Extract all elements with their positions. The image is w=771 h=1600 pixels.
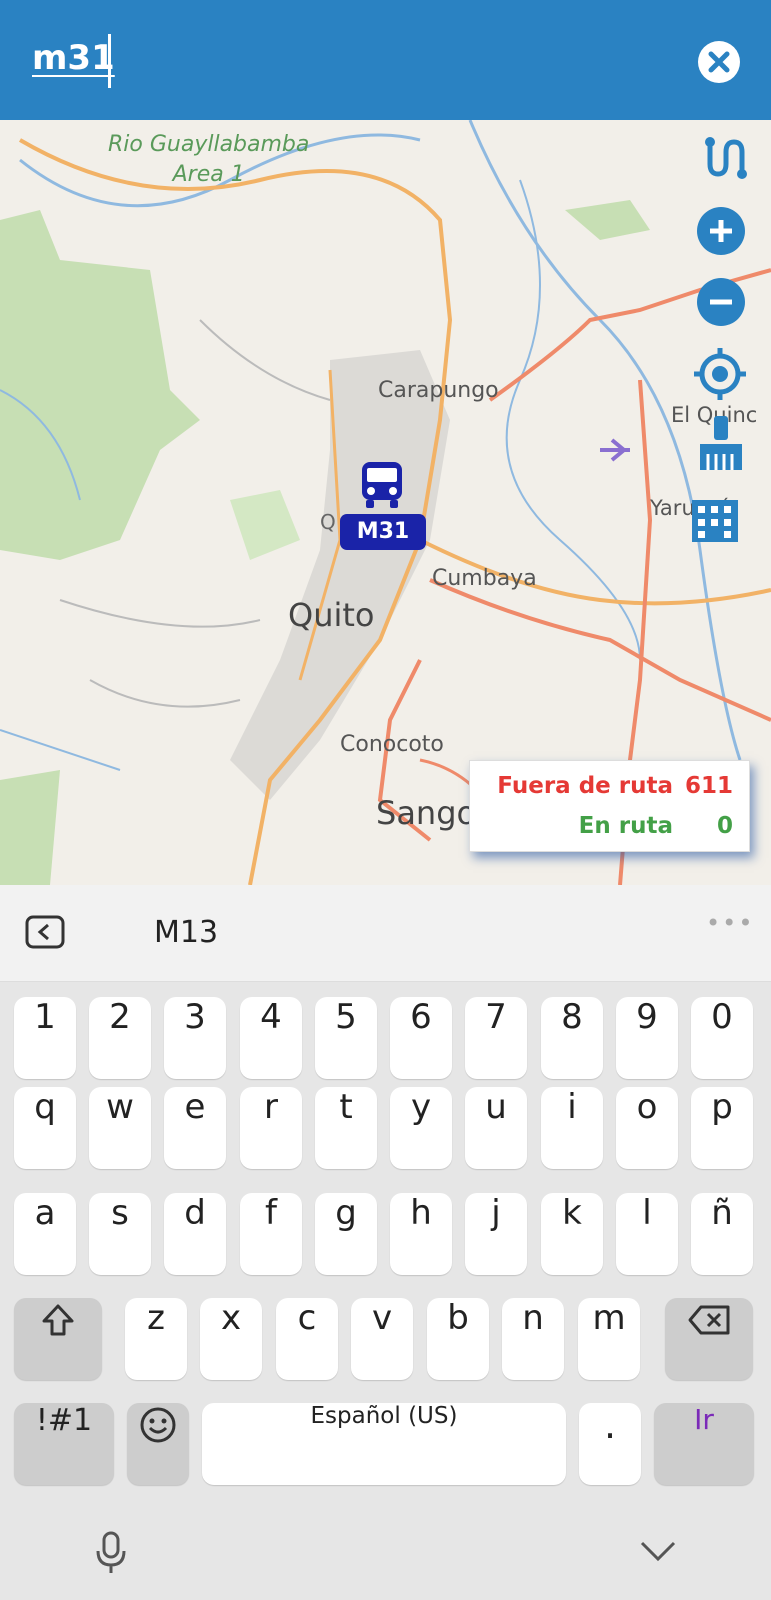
key-5[interactable]: 5: [315, 997, 377, 1079]
key-v[interactable]: v: [351, 1298, 413, 1380]
chevron-down-icon[interactable]: [638, 1539, 678, 1567]
suggestion-word[interactable]: M13: [154, 915, 218, 950]
key-b[interactable]: b: [427, 1298, 489, 1380]
bus-route-badge[interactable]: M31: [340, 514, 426, 550]
go-key[interactable]: Ir: [654, 1403, 754, 1485]
key-w[interactable]: w: [89, 1087, 151, 1169]
key-3[interactable]: 3: [164, 997, 226, 1079]
key-l[interactable]: l: [616, 1193, 678, 1275]
building-icon[interactable]: [690, 498, 740, 548]
key-enye[interactable]: ñ: [691, 1193, 753, 1275]
key-9[interactable]: 9: [616, 997, 678, 1079]
close-circle-icon[interactable]: [698, 41, 740, 83]
key-f[interactable]: f: [240, 1193, 302, 1275]
text-caret: [108, 34, 111, 88]
off-route-row: Fuera de ruta 611: [470, 773, 733, 803]
key-m[interactable]: m: [578, 1298, 640, 1380]
key-a[interactable]: a: [14, 1193, 76, 1275]
map-label-sangolqui: Sango: [376, 794, 477, 832]
route-icon[interactable]: [702, 134, 750, 186]
backspace-icon: [687, 1298, 731, 1338]
on-route-count: 0: [716, 813, 733, 839]
map-label-carapungo: Carapungo: [378, 378, 499, 403]
off-route-count: 611: [684, 773, 733, 799]
map-view[interactable]: Rio Guayllabamba Area 1 Carapungo El Qui…: [0, 120, 771, 885]
key-7[interactable]: 7: [465, 997, 527, 1079]
key-2[interactable]: 2: [89, 997, 151, 1079]
keyboard-bottom-bar: [0, 1505, 771, 1600]
key-d[interactable]: d: [164, 1193, 226, 1275]
key-0[interactable]: 0: [691, 997, 753, 1079]
key-period[interactable]: .: [579, 1403, 641, 1485]
map-label-q: Q: [320, 510, 336, 534]
key-q[interactable]: q: [14, 1087, 76, 1169]
key-o[interactable]: o: [616, 1087, 678, 1169]
clean-icon[interactable]: [696, 414, 746, 476]
key-i[interactable]: i: [541, 1087, 603, 1169]
map-label-area: Rio Guayllabamba Area 1: [108, 132, 310, 187]
on-route-row: En ruta 0: [470, 813, 733, 843]
zoom-in-icon[interactable]: [696, 206, 746, 260]
emoji-icon: [139, 1403, 177, 1444]
key-s[interactable]: s: [89, 1193, 151, 1275]
off-route-label: Fuera de ruta: [497, 773, 673, 799]
symbols-key[interactable]: !#1: [14, 1403, 114, 1485]
key-c[interactable]: c: [276, 1298, 338, 1380]
map-label-quito: Quito: [288, 596, 375, 634]
more-options-icon[interactable]: •••: [706, 909, 754, 937]
zoom-out-icon[interactable]: [696, 277, 746, 331]
bus-icon[interactable]: [358, 460, 406, 514]
microphone-icon[interactable]: [94, 1531, 128, 1579]
key-8[interactable]: 8: [541, 997, 603, 1079]
key-e[interactable]: e: [164, 1087, 226, 1169]
key-n[interactable]: n: [502, 1298, 564, 1380]
route-status-box: Fuera de ruta 611 En ruta 0: [469, 760, 750, 852]
chevron-left-icon[interactable]: [25, 915, 65, 953]
key-g[interactable]: g: [315, 1193, 377, 1275]
suggestion-bar: M13 •••: [0, 885, 771, 982]
emoji-key[interactable]: [127, 1403, 189, 1485]
map-label-conocoto: Conocoto: [340, 732, 444, 757]
on-route-label: En ruta: [578, 813, 673, 839]
shift-icon: [40, 1298, 76, 1338]
key-k[interactable]: k: [541, 1193, 603, 1275]
key-r[interactable]: r: [240, 1087, 302, 1169]
space-bar[interactable]: Español (US): [202, 1403, 566, 1485]
key-t[interactable]: t: [315, 1087, 377, 1169]
key-x[interactable]: x: [200, 1298, 262, 1380]
key-h[interactable]: h: [390, 1193, 452, 1275]
key-6[interactable]: 6: [390, 997, 452, 1079]
key-u[interactable]: u: [465, 1087, 527, 1169]
key-z[interactable]: z: [125, 1298, 187, 1380]
search-bar: m31: [0, 0, 771, 120]
key-4[interactable]: 4: [240, 997, 302, 1079]
search-input[interactable]: m31: [32, 38, 115, 78]
key-y[interactable]: y: [390, 1087, 452, 1169]
key-1[interactable]: 1: [14, 997, 76, 1079]
locate-icon[interactable]: [692, 346, 748, 406]
map-label-cumbaya: Cumbaya: [432, 566, 537, 591]
key-j[interactable]: j: [465, 1193, 527, 1275]
shift-key[interactable]: [14, 1298, 102, 1380]
backspace-key[interactable]: [665, 1298, 753, 1380]
key-p[interactable]: p: [691, 1087, 753, 1169]
